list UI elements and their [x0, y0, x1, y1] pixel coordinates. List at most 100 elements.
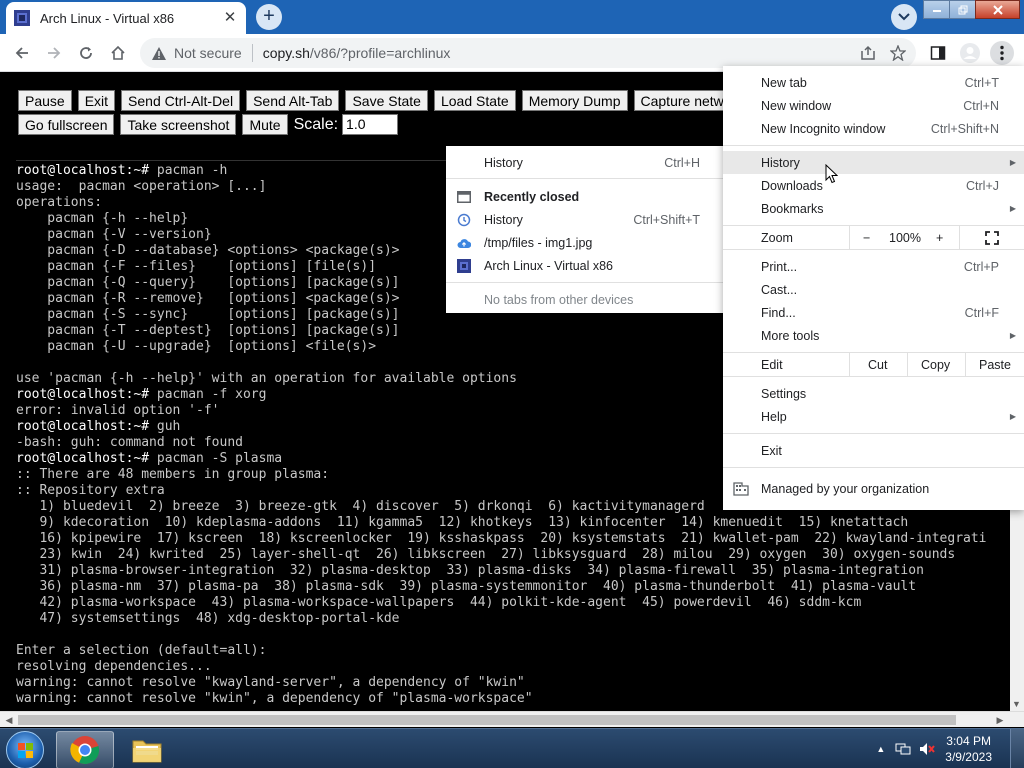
- divider: [251, 44, 253, 62]
- terminal-text: error: invalid option '-f': [16, 403, 220, 418]
- scroll-right-arrow-icon[interactable]: ▶: [994, 714, 1006, 726]
- prompt-host: root@localhost: [16, 163, 126, 178]
- recent-item-history[interactable]: History Ctrl+Shift+T: [446, 208, 725, 231]
- terminal-line: warning: cannot resolve "kwayland-server…: [16, 675, 1024, 691]
- scrollbar-thumb[interactable]: [18, 715, 956, 725]
- send-ctrl-alt-del-button[interactable]: Send Ctrl-Alt-Del: [121, 90, 241, 111]
- pause-button[interactable]: Pause: [18, 90, 72, 111]
- profile-button[interactable]: [958, 41, 982, 65]
- show-desktop-button[interactable]: [1010, 729, 1024, 768]
- menu-item-settings[interactable]: Settings: [723, 382, 1024, 405]
- scale-label: Scale:: [293, 115, 339, 133]
- restore-button[interactable]: [949, 0, 976, 19]
- menu-item-new-tab[interactable]: New tab Ctrl+T: [723, 71, 1024, 94]
- fullscreen-button[interactable]: [985, 231, 999, 248]
- system-tray: ▲ 3:04 PM 3/9/2023: [876, 729, 1024, 768]
- prompt-suffix: :~#: [125, 163, 157, 178]
- menu-item-new-window[interactable]: New window Ctrl+N: [723, 94, 1024, 117]
- menu-item-cast[interactable]: Cast...: [723, 278, 1024, 301]
- recent-item-img1[interactable]: /tmp/files - img1.jpg: [446, 231, 725, 254]
- managed-by-org[interactable]: Managed by your organization: [723, 477, 1024, 500]
- cut-button[interactable]: Cut: [868, 358, 887, 372]
- menu-label: New tab: [761, 75, 807, 90]
- menu-label: More tools: [761, 328, 820, 343]
- network-icon[interactable]: [895, 742, 911, 756]
- zoom-out-button[interactable]: −: [863, 231, 870, 245]
- shortcut-label: Ctrl+J: [966, 178, 999, 193]
- horizontal-scrollbar[interactable]: ◀ ▶: [0, 711, 1024, 727]
- menu-item-history[interactable]: History ▶: [723, 151, 1024, 174]
- minimize-icon: [932, 9, 941, 12]
- address-bar[interactable]: Not secure copy.sh /v86/?profile=archlin…: [140, 38, 916, 68]
- avatar-icon: [960, 43, 980, 63]
- menu-item-exit[interactable]: Exit: [723, 439, 1024, 462]
- terminal-text: pacman {-U --upgrade} [options] <file(s)…: [16, 339, 377, 354]
- tab-icon: [456, 189, 472, 205]
- reload-button[interactable]: [74, 41, 98, 65]
- terminal-text: pacman {-h --help}: [16, 211, 189, 226]
- take-screenshot-button[interactable]: Take screenshot: [120, 114, 237, 135]
- menu-label: Edit: [761, 357, 783, 372]
- warning-icon: [152, 46, 166, 60]
- send-alt-tab-button[interactable]: Send Alt-Tab: [246, 90, 340, 111]
- volume-muted-icon[interactable]: [919, 742, 936, 756]
- home-button[interactable]: [106, 41, 130, 65]
- terminal-text: pacman {-F --files} [options] [file(s)]: [16, 259, 377, 274]
- scroll-left-arrow-icon[interactable]: ◀: [3, 714, 15, 726]
- taskbar-explorer[interactable]: [118, 731, 176, 768]
- menu-label: Help: [761, 409, 787, 424]
- new-tab-button[interactable]: +: [256, 4, 282, 30]
- browser-tab[interactable]: Arch Linux - Virtual x86 ✕: [6, 2, 246, 34]
- menu-label: Bookmarks: [761, 201, 824, 216]
- v86-favicon-icon: [456, 258, 472, 274]
- memory-dump-button[interactable]: Memory Dump: [521, 90, 628, 111]
- divider: [446, 282, 725, 283]
- terminal-text: :: There are 48 members in group plasma:: [16, 467, 330, 482]
- v86-favicon-icon: [14, 10, 30, 26]
- window-close-button[interactable]: [975, 0, 1020, 19]
- menu-item-print[interactable]: Print... Ctrl+P: [723, 255, 1024, 278]
- copy-button[interactable]: Copy: [921, 358, 950, 372]
- menu-item-new-incognito[interactable]: New Incognito window Ctrl+Shift+N: [723, 117, 1024, 140]
- menu-item-more-tools[interactable]: More tools ▶: [723, 324, 1024, 347]
- mute-button[interactable]: Mute: [242, 114, 288, 135]
- back-button[interactable]: [10, 41, 34, 65]
- shortcut-label: Ctrl+P: [963, 259, 999, 274]
- tab-close-icon[interactable]: ✕: [222, 10, 238, 26]
- forward-button[interactable]: [42, 41, 66, 65]
- divider: [849, 353, 850, 376]
- menu-item-edit: Edit Cut Copy Paste: [723, 353, 1024, 376]
- start-button[interactable]: [6, 731, 44, 768]
- save-state-button[interactable]: Save State: [345, 90, 428, 111]
- menu-item-zoom: Zoom − 100% +: [723, 226, 1024, 249]
- menu-item-bookmarks[interactable]: Bookmarks ▶: [723, 197, 1024, 220]
- minimize-button[interactable]: [923, 0, 950, 19]
- show-hidden-icons-icon[interactable]: ▲: [876, 744, 885, 754]
- taskbar-chrome[interactable]: [56, 731, 114, 768]
- clock-date: 3/9/2023: [945, 750, 992, 764]
- chrome-menu-button[interactable]: [990, 41, 1014, 65]
- shortcut-label: Ctrl+H: [664, 155, 700, 170]
- go-fullscreen-button[interactable]: Go fullscreen: [18, 114, 115, 135]
- share-button[interactable]: [856, 41, 880, 65]
- side-panel-button[interactable]: [926, 41, 950, 65]
- exit-button[interactable]: Exit: [77, 90, 116, 111]
- menu-item-downloads[interactable]: Downloads Ctrl+J: [723, 174, 1024, 197]
- bookmark-star-button[interactable]: [886, 41, 910, 65]
- paste-button[interactable]: Paste: [979, 358, 1011, 372]
- menu-item-help[interactable]: Help ▶: [723, 405, 1024, 428]
- divider: [446, 178, 725, 179]
- terminal-line: 23) kwin 24) kwrited 25) layer-shell-qt …: [16, 547, 1024, 563]
- zoom-in-button[interactable]: +: [936, 231, 943, 245]
- terminal-text: pacman {-T --deptest} [options] [package…: [16, 323, 400, 338]
- scroll-down-arrow-icon[interactable]: ▼: [1012, 699, 1021, 709]
- recent-item-arch[interactable]: Arch Linux - Virtual x86: [446, 254, 725, 277]
- load-state-button[interactable]: Load State: [433, 90, 516, 111]
- clock[interactable]: 3:04 PM 3/9/2023: [945, 733, 992, 765]
- menu-item-find[interactable]: Find... Ctrl+F: [723, 301, 1024, 324]
- tab-search-button[interactable]: [891, 4, 917, 30]
- submenu-arrow-icon: ▶: [1009, 204, 1016, 213]
- submenu-history-item[interactable]: History Ctrl+H: [446, 151, 725, 174]
- scale-input[interactable]: 1.0: [342, 114, 399, 135]
- prompt-host: root@localhost: [16, 451, 126, 466]
